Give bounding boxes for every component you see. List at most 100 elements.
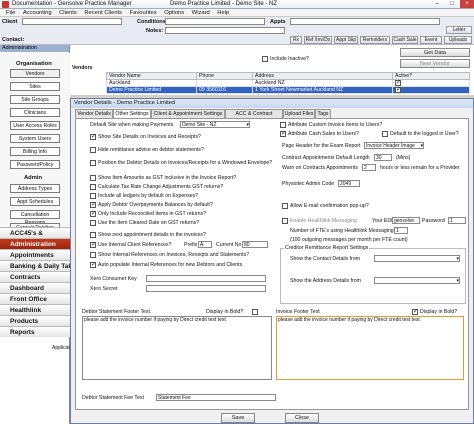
default-site-select[interactable]: Demo Site - NZ ▾: [180, 121, 250, 128]
reminders-button[interactable]: Reminders: [360, 36, 390, 44]
reconciled-items-checkbox[interactable]: ✓: [90, 211, 96, 217]
default-logged-in-user-checkbox[interactable]: [382, 131, 388, 137]
sidebar-item-cancellation-reasons[interactable]: Cancellation Reasons: [10, 210, 60, 226]
nav-contracts[interactable]: Contracts: [0, 271, 70, 282]
show-site-details-checkbox[interactable]: ✓: [90, 134, 96, 140]
healthlink-checkbox[interactable]: [282, 218, 288, 224]
nav-products[interactable]: Products: [0, 315, 70, 326]
address-details-select[interactable]: ▾: [374, 277, 460, 284]
current-no-input[interactable]: 80: [242, 241, 268, 248]
footer-text-area[interactable]: please add the invoice number if paying …: [82, 316, 272, 380]
new-vendor-button[interactable]: New Vendor: [400, 59, 470, 68]
auto-populate-refs-checkbox[interactable]: ✓: [90, 262, 96, 268]
nav-banking[interactable]: Banking & Daily Takings: [0, 260, 70, 271]
col-address[interactable]: Address: [252, 72, 393, 80]
contact-details-select[interactable]: ▾: [374, 255, 460, 262]
show-internal-refs-checkbox[interactable]: [90, 252, 96, 258]
page-header-select[interactable]: Invoice Header Image ▾: [364, 142, 424, 149]
nav-front-office[interactable]: Front Office: [0, 293, 70, 304]
menu-wizard[interactable]: Wizard: [192, 9, 210, 17]
col-vendor-name[interactable]: Vendor Name: [106, 72, 197, 80]
tab-acc-contract-settings[interactable]: ACC & Contract Settings: [225, 109, 283, 125]
hide-remittance-checkbox[interactable]: [90, 147, 96, 153]
next-appointment-checkbox[interactable]: [90, 232, 96, 238]
tab-upload-files[interactable]: Upload Files: [283, 109, 315, 118]
invoice-footer-text-area[interactable]: please add the invoice number if paying …: [276, 316, 464, 380]
include-ledgers-checkbox[interactable]: [90, 193, 96, 199]
nav-appointments[interactable]: Appointments: [0, 249, 70, 260]
tab-vendor-details[interactable]: Vendor Details: [75, 109, 113, 118]
edi-input[interactable]: gensolve: [392, 217, 420, 224]
nav-dashboard[interactable]: Dashboard: [0, 282, 70, 293]
sidebar-item-system-users[interactable]: System Users: [10, 134, 60, 143]
letter-button[interactable]: Letter: [446, 26, 472, 34]
appts-field[interactable]: [290, 18, 440, 25]
prefix-input[interactable]: A: [198, 241, 212, 248]
invoice-display-bold-checkbox[interactable]: ✓: [412, 309, 418, 315]
contract-length-input[interactable]: 30: [374, 154, 392, 161]
appt-slip-button[interactable]: Appt Slip: [334, 36, 358, 44]
sidebar-item-site-groups[interactable]: Site Groups: [10, 95, 60, 104]
nav-acc45-batches[interactable]: ACC45's & Batches: [0, 227, 70, 248]
nav-reports[interactable]: Reports: [0, 326, 70, 337]
xero-secret-input[interactable]: [146, 285, 266, 292]
windowed-envelope-checkbox[interactable]: [90, 160, 96, 166]
include-inactive-checkbox[interactable]: [262, 56, 268, 62]
chevron-down-icon: ▾: [420, 143, 423, 149]
table-row-selected[interactable]: Demo Practice Limited 09 3560116 1 York …: [106, 86, 470, 94]
debtor-overpayments-checkbox[interactable]: ✓: [90, 202, 96, 208]
active-cell[interactable]: ✓: [392, 86, 470, 94]
sidebar-item-user-access-roles[interactable]: User Access Roles: [10, 121, 60, 130]
nav-administration[interactable]: Administration: [0, 238, 70, 249]
ref-inv-dx-button[interactable]: Ref /Inv/Dx: [304, 36, 332, 44]
cash-sale-button[interactable]: Cash Sale: [392, 36, 418, 44]
internal-client-refs-checkbox[interactable]: ✓: [90, 242, 96, 248]
get-data-button[interactable]: Get Data: [400, 48, 470, 57]
fee-text-input[interactable]: Statement Fee: [156, 394, 276, 401]
attribute-custom-invoice-checkbox[interactable]: [280, 122, 286, 128]
menu-favourites[interactable]: Favourites: [130, 9, 157, 17]
sidebar-item-vendors[interactable]: Vendors: [10, 69, 60, 78]
table-row[interactable]: Auckland Auckland NZ ✓: [106, 79, 470, 87]
menu-accounting[interactable]: Accounting: [23, 9, 52, 17]
rx-button[interactable]: Rx: [290, 36, 302, 44]
allow-email-checkbox[interactable]: [282, 203, 288, 209]
active-cell[interactable]: ✓: [392, 79, 470, 87]
xero-key-input[interactable]: [146, 275, 266, 282]
sidebar-item-appt-schedules[interactable]: Appt Schedules: [10, 197, 60, 206]
maximize-icon[interactable]: □: [445, 0, 459, 8]
event-button[interactable]: Event: [420, 36, 442, 44]
sidebar-item-billing-info[interactable]: Billing Info: [10, 147, 60, 156]
item-cleared-date-checkbox[interactable]: [90, 220, 96, 226]
sidebar-item-address-types[interactable]: Address Types: [10, 184, 60, 193]
menu-options[interactable]: Options: [164, 9, 184, 17]
warn-contracts-input[interactable]: 2: [362, 164, 376, 171]
save-button[interactable]: Save: [221, 413, 255, 423]
menu-clients[interactable]: Clients: [59, 9, 77, 17]
sidebar-item-clinicians[interactable]: Clinicians: [10, 108, 60, 117]
uploads-button[interactable]: Uploads: [444, 36, 472, 44]
conditions-field[interactable]: [165, 18, 265, 25]
physiotec-input[interactable]: 2049: [338, 180, 360, 187]
gst-inclusive-checkbox[interactable]: [90, 175, 96, 181]
menu-help[interactable]: Help: [217, 9, 229, 17]
menu-file[interactable]: File: [6, 9, 15, 17]
tab-client-appointment-settings[interactable]: Client & Appointment Settings: [151, 109, 225, 118]
notes-field[interactable]: [165, 27, 285, 34]
sidebar-item-sites[interactable]: Sites: [10, 82, 60, 91]
nav-healthlink[interactable]: Healthlink: [0, 304, 70, 315]
attribute-cash-sales-checkbox[interactable]: ✓: [280, 131, 286, 137]
minimize-icon[interactable]: –: [430, 0, 444, 8]
close-button[interactable]: Close: [285, 413, 319, 423]
col-active[interactable]: Active?: [392, 72, 470, 80]
close-icon[interactable]: ×: [460, 0, 474, 8]
client-search-input[interactable]: [22, 18, 122, 25]
col-phone[interactable]: Phone: [196, 72, 253, 80]
display-bold-checkbox[interactable]: [252, 309, 258, 315]
tab-tags[interactable]: Tags: [315, 109, 331, 118]
menu-recent-clients[interactable]: Recent Clients: [84, 9, 122, 17]
ftes-input[interactable]: 1: [394, 227, 408, 234]
sidebar-item-password-policy[interactable]: PasswordPolicy: [10, 160, 60, 169]
tax-rate-change-checkbox[interactable]: [90, 184, 96, 190]
password-input[interactable]: 1: [448, 217, 466, 224]
